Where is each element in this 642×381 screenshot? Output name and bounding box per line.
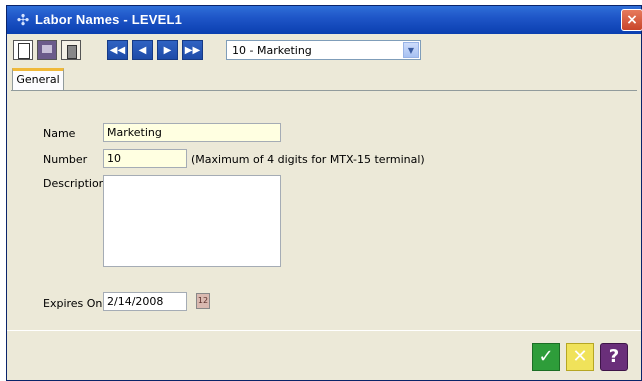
record-selector-value: 10 - Marketing (232, 44, 312, 57)
description-textarea[interactable] (103, 175, 281, 267)
general-panel: Name Marketing Number 10 (Maximum of 4 d… (11, 90, 637, 330)
next-record-button[interactable]: ▶ (157, 40, 178, 60)
number-note: (Maximum of 4 digits for MTX-15 terminal… (191, 153, 425, 166)
number-field[interactable]: 10 (103, 149, 187, 168)
number-label: Number (43, 153, 88, 166)
help-button[interactable]: ? (600, 343, 628, 371)
name-field[interactable]: Marketing (103, 123, 281, 142)
title-bar[interactable]: ✣ Labor Names - LEVEL1 × (7, 6, 642, 34)
last-record-button[interactable]: ▶▶ (182, 40, 203, 60)
description-label: Description (43, 177, 106, 190)
app-icon: ✣ (16, 11, 30, 29)
window-title: Labor Names - LEVEL1 (35, 12, 183, 27)
name-label: Name (43, 127, 76, 140)
expires-on-label: Expires On (43, 297, 103, 310)
save-icon[interactable] (37, 40, 57, 60)
chevron-down-icon[interactable]: ▼ (403, 42, 419, 58)
close-button[interactable]: × (621, 9, 642, 31)
ok-button[interactable]: ✓ (532, 343, 560, 371)
toolbar: ◀◀ ◀ ▶ ▶▶ 10 - Marketing ▼ (7, 34, 641, 68)
first-record-button[interactable]: ◀◀ (107, 40, 128, 60)
previous-record-button[interactable]: ◀ (132, 40, 153, 60)
cancel-button[interactable]: ✕ (566, 343, 594, 371)
delete-icon[interactable] (61, 40, 81, 60)
labor-names-window: ✣ Labor Names - LEVEL1 × ◀◀ ◀ ▶ ▶▶ 10 - … (6, 5, 642, 381)
record-selector-dropdown[interactable]: 10 - Marketing ▼ (226, 40, 421, 60)
new-record-icon[interactable] (13, 40, 33, 60)
calendar-icon[interactable]: 12 (196, 293, 210, 309)
dialog-footer: ✓ ✕ ? (7, 330, 641, 380)
tab-general[interactable]: General (12, 68, 64, 90)
expires-on-field[interactable]: 2/14/2008 (103, 292, 187, 311)
